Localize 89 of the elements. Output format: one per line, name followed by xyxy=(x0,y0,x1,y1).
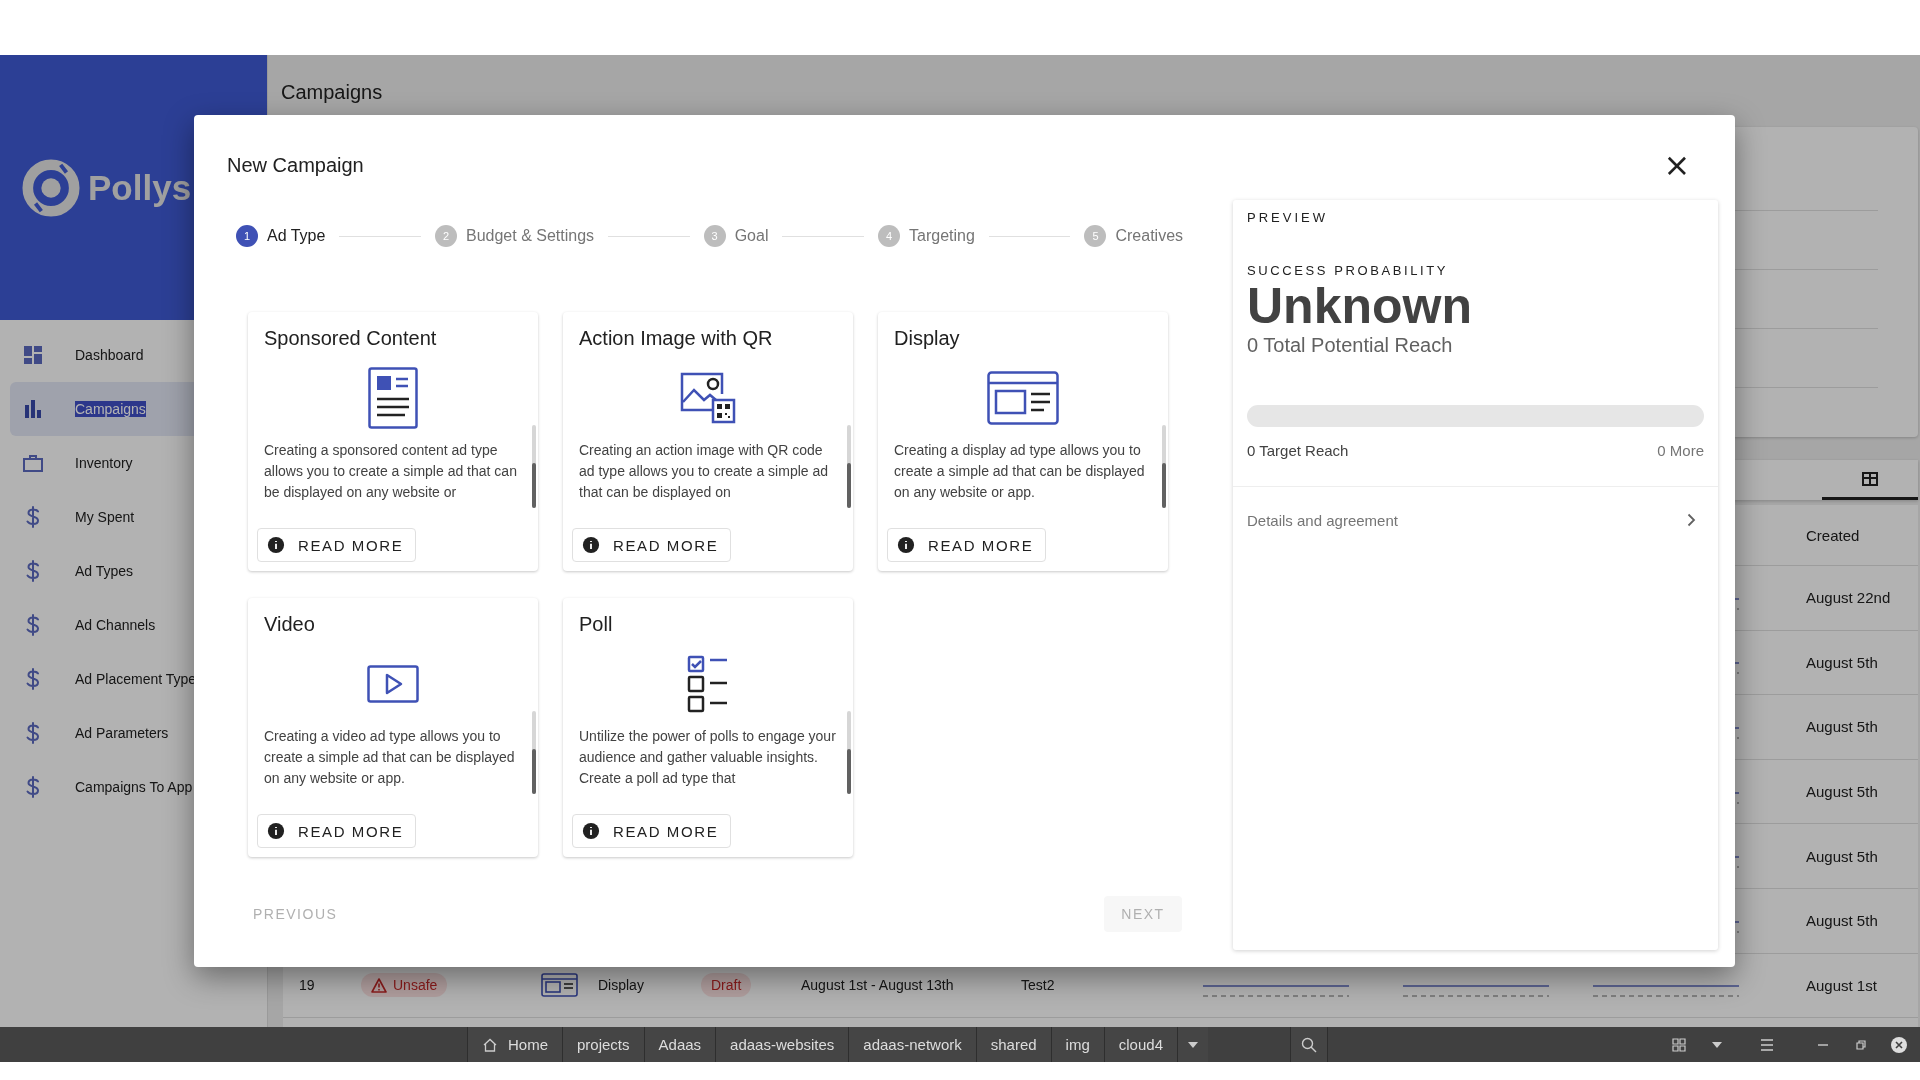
caret-down-icon xyxy=(1187,1041,1198,1048)
document-icon xyxy=(368,367,418,429)
warning-icon xyxy=(371,977,387,993)
card-title: Poll xyxy=(579,612,613,636)
card-title: Video xyxy=(264,612,315,636)
read-more-button[interactable]: READ MORE xyxy=(572,528,732,562)
target-reach: 0 Target Reach xyxy=(1247,442,1349,459)
scrollbar[interactable] xyxy=(847,711,851,794)
table-cell-text: August 5th xyxy=(1805,847,1878,865)
page-title: Campaigns xyxy=(281,80,383,104)
taskbar-folder[interactable]: projects xyxy=(562,1027,644,1062)
stepper-step[interactable]: 3 Goal xyxy=(703,225,769,247)
info-icon xyxy=(267,822,285,840)
checklist-icon xyxy=(687,655,729,713)
card-description: Untilize the power of polls to engage your audience and gather valuable insights. Create a poll ad type that xyxy=(579,727,837,788)
logo-icon xyxy=(22,158,80,217)
search-button[interactable] xyxy=(1289,1027,1328,1062)
stepper-step[interactable]: 4 Targeting xyxy=(878,225,975,247)
card-title: Sponsored Content xyxy=(264,326,437,350)
dropdown-button[interactable] xyxy=(1176,1027,1208,1062)
safety-badge: Unsafe xyxy=(361,973,448,998)
read-more-button[interactable]: READ MORE xyxy=(887,528,1047,562)
taskbar-folder[interactable]: adaas-websites xyxy=(715,1027,849,1062)
restore-icon xyxy=(1856,1039,1866,1050)
read-more-button[interactable]: READ MORE xyxy=(257,814,417,848)
ad-type-card[interactable]: Action Image with QR Creating an action image with QR code ad type allows you to create a simple ad that can be displayed on READ MORE xyxy=(563,312,853,571)
table-cell-text: August 5th xyxy=(1805,718,1878,736)
close-icon xyxy=(1891,1036,1907,1053)
total-reach: 0 Total Potential Reach xyxy=(1247,334,1453,357)
table-cell-text: August 5th xyxy=(1805,653,1878,671)
dialog-title: New Campaign xyxy=(227,153,364,177)
table-icon xyxy=(1861,469,1879,488)
column-header[interactable]: Created xyxy=(1791,526,1860,544)
card-title: Action Image with QR xyxy=(579,326,773,350)
table-cell-text: August 1st xyxy=(1805,976,1877,994)
info-icon xyxy=(897,536,915,554)
taskbar-folder[interactable]: shared xyxy=(975,1027,1051,1062)
minimize-icon xyxy=(1818,1043,1828,1046)
taskbar-folder[interactable]: Adaas xyxy=(643,1027,716,1062)
scrollbar[interactable] xyxy=(532,711,536,794)
table-cell-text: August 5th xyxy=(1805,912,1878,930)
info-icon xyxy=(267,536,285,554)
card-description: Creating a video ad type allows you to create a simple ad that can be displayed on any website or app. xyxy=(264,727,516,788)
stepper-step[interactable]: 5 Creatives xyxy=(1084,225,1184,247)
browser-window-icon xyxy=(987,371,1059,425)
read-more-button[interactable]: READ MORE xyxy=(572,814,732,848)
search-icon xyxy=(1300,1036,1317,1053)
table-cell-text: August 5th xyxy=(1805,783,1878,801)
scrollbar[interactable] xyxy=(847,425,851,508)
ad-type-card[interactable]: Display Creating a display ad type allows you to create a simple ad that can be displayed on any website or app. READ MORE xyxy=(878,312,1168,571)
taskbar-folder[interactable]: cloud4 xyxy=(1103,1027,1177,1062)
details-link[interactable]: Details and agreement xyxy=(1233,487,1718,553)
logo-text: Pollys xyxy=(88,167,192,208)
probability-value: Unknown xyxy=(1247,278,1472,334)
table-cell: August 1st - August 13th xyxy=(801,977,954,994)
ad-type-icon xyxy=(541,973,578,998)
section-label: PREVIEW xyxy=(1247,210,1328,225)
card-description: Creating an action image with QR code ad type allows you to create a simple ad that can be displayed on xyxy=(579,441,830,502)
close-button[interactable]: × xyxy=(1662,150,1692,180)
image-qr-icon xyxy=(680,372,736,424)
scrollbar[interactable] xyxy=(1162,425,1166,508)
card-description: Creating a display ad type allows you to create a simple ad that can be displayed on any website or app. xyxy=(894,441,1146,502)
info-icon xyxy=(582,536,600,554)
taskbar-folder[interactable]: Home xyxy=(467,1027,562,1062)
menu-icon xyxy=(1760,1038,1774,1051)
caret-down-icon xyxy=(1712,1041,1722,1048)
taskbar-folder[interactable]: adaas-network xyxy=(848,1027,976,1062)
home-icon xyxy=(482,1036,498,1053)
card-description: Creating a sponsored content ad type allows you to create a simple ad that can be displayed on any website or xyxy=(264,441,518,502)
play-icon xyxy=(367,665,419,703)
ad-type-card[interactable]: Video Creating a video ad type allows you to create a simple ad that can be displayed on any website or app. READ MORE xyxy=(248,598,538,857)
ad-type-card[interactable]: Sponsored Content Creating a sponsored content ad type allows you to create a simple ad that can be displayed on any website or READ MORE xyxy=(248,312,538,571)
ad-type-card[interactable]: Poll Untilize the power of polls to engage your audience and gather valuable insights. Create a poll ad type that READ MORE xyxy=(563,598,853,857)
taskbar-folder[interactable]: img xyxy=(1050,1027,1104,1062)
status-badge: Draft xyxy=(701,973,752,998)
more-reach: 0 More xyxy=(1657,442,1704,459)
table-cell-text: 19 xyxy=(298,977,315,994)
scrollbar[interactable] xyxy=(532,425,536,508)
stepper-step[interactable]: 2 Budget & Settings xyxy=(435,225,595,247)
stepper-step[interactable]: 1 Ad Type xyxy=(236,225,326,247)
table-cell-text: August 22nd xyxy=(1805,589,1891,607)
grid-icon xyxy=(1672,1037,1686,1052)
info-icon xyxy=(582,822,600,840)
table-cell: Test2 xyxy=(1021,977,1055,994)
card-title: Display xyxy=(894,326,960,350)
read-more-button[interactable]: READ MORE xyxy=(257,528,417,562)
section-label: SUCCESS PROBABILITY xyxy=(1247,263,1449,278)
table-cell: Display xyxy=(598,977,644,994)
dashboard-icon xyxy=(21,343,45,367)
